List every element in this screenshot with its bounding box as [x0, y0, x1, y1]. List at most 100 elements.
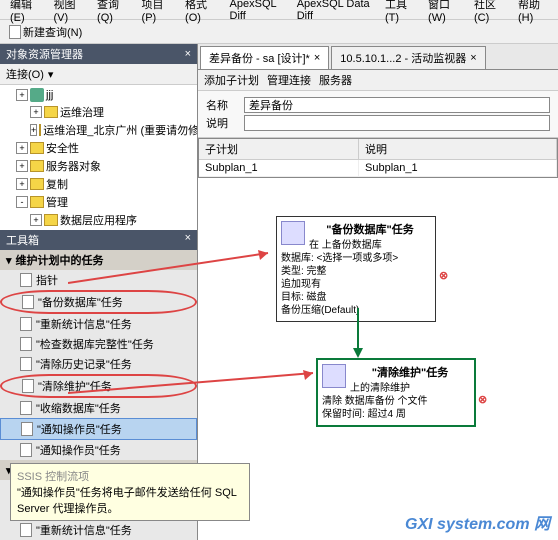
- toolbox-item-label: "检查数据库完整性"任务: [36, 336, 154, 352]
- expander-icon[interactable]: -: [16, 196, 28, 208]
- desc-label: 说明: [206, 115, 236, 131]
- menu-item[interactable]: 格式(O): [179, 0, 222, 26]
- maintenance-cleanup-task[interactable]: "清除维护"任务 上的清除维护 清除 数据库备份 个文件 保留时间: 超过4 周…: [316, 358, 476, 427]
- toolbox-items: 指针 "备份数据库"任务 "重新统计信息"任务 "检查数据库完整性"任务 "清除历史记录…: [0, 270, 197, 460]
- toolbox-item[interactable]: "通知操作员"任务: [0, 418, 197, 440]
- toolbox-item-label: "收缩数据库"任务: [36, 400, 121, 416]
- tree-node[interactable]: +运维治理_北京广州 (重要请勿修改): [2, 121, 195, 139]
- dropdown-icon[interactable]: ▾: [48, 68, 54, 81]
- toolbox-item-label: "备份数据库"任务: [38, 294, 123, 310]
- right-content: 差异备份 - sa [设计]* × 10.5.10.1...2 - 活动监视器 …: [198, 44, 558, 540]
- close-icon[interactable]: ×: [185, 232, 191, 248]
- add-subplan-button[interactable]: 添加子计划: [204, 72, 259, 88]
- new-query-button[interactable]: 新建查询(N): [4, 21, 87, 43]
- backup-database-task[interactable]: "备份数据库"任务 在 上备份数据库 数据库: <选择一项或多项> 类型: 完整…: [276, 216, 436, 322]
- menubar: 编辑(E) 视图(V) 查询(Q) 项目(P) 格式(O) ApexSQL Di…: [0, 0, 558, 20]
- close-icon[interactable]: ×: [470, 52, 476, 64]
- database-icon: [281, 221, 305, 245]
- folder-icon: [30, 160, 44, 172]
- desc-input[interactable]: [244, 115, 550, 131]
- object-explorer-header: 对象资源管理器 ×: [0, 44, 197, 64]
- cleanup-icon: [322, 364, 346, 388]
- menu-item[interactable]: ApexSQL Data Diff: [291, 0, 377, 24]
- tab-activity-monitor[interactable]: 10.5.10.1...2 - 活动监视器 ×: [331, 46, 485, 69]
- toolbox-category[interactable]: ▾ 维护计划中的任务: [0, 250, 197, 270]
- menu-item[interactable]: 帮助(H): [512, 0, 554, 26]
- menu-item[interactable]: ApexSQL Diff: [224, 0, 289, 24]
- delete-icon[interactable]: ⊗: [439, 269, 453, 283]
- delete-icon[interactable]: ⊗: [478, 393, 492, 407]
- tab-label: 10.5.10.1...2 - 活动监视器: [340, 50, 466, 66]
- tree-label: 数据层应用程序: [60, 212, 137, 228]
- task-icon: [20, 443, 32, 457]
- toolbox-item[interactable]: "收缩数据库"任务: [0, 398, 197, 418]
- close-icon[interactable]: ×: [185, 48, 191, 60]
- servers-button[interactable]: 服务器: [319, 72, 352, 88]
- tree-node[interactable]: + 数据层应用程序: [2, 211, 195, 229]
- task-icon: [20, 401, 32, 415]
- toolbox-item[interactable]: "检查数据库完整性"任务: [0, 334, 197, 354]
- toolbox-item-label: "重新统计信息"任务: [36, 316, 132, 332]
- menu-item[interactable]: 社区(C): [468, 0, 510, 26]
- folder-icon: [30, 178, 44, 190]
- task-icon: [22, 295, 34, 309]
- object-explorer-toolbar: 连接(O) ▾: [0, 64, 197, 85]
- toolbox-item[interactable]: 指针: [0, 270, 197, 290]
- task-detail: 类型: 完整: [281, 265, 431, 278]
- manage-connections-button[interactable]: 管理连接: [267, 72, 311, 88]
- tree-node[interactable]: + 复制: [2, 175, 195, 193]
- tree-node[interactable]: - 管理: [2, 193, 195, 211]
- watermark: GXI system.com 网: [405, 510, 550, 534]
- tree-node[interactable]: +运维治理: [2, 103, 195, 121]
- menu-item[interactable]: 查询(Q): [91, 0, 134, 26]
- design-canvas[interactable]: "备份数据库"任务 在 上备份数据库 数据库: <选择一项或多项> 类型: 完整…: [198, 178, 558, 540]
- toolbox-item[interactable]: "备份数据库"任务: [0, 290, 197, 314]
- toolbox-item-label: 指针: [36, 272, 58, 288]
- object-explorer-tree[interactable]: +jjj+运维治理+运维治理_北京广州 (重要请勿修改)+安全性+服务器对象+复…: [0, 85, 197, 230]
- server-icon: [30, 88, 44, 102]
- toolbox-item[interactable]: "重新统计信息"任务: [0, 314, 197, 334]
- tree-node[interactable]: + jjj: [2, 87, 195, 103]
- menu-item[interactable]: 项目(P): [136, 0, 178, 26]
- plan-properties: 名称 说明: [198, 91, 558, 138]
- toolbox-title: 工具箱: [6, 232, 39, 248]
- task-icon: [20, 317, 32, 331]
- toolbox-item[interactable]: "重新统计信息"任务: [0, 520, 197, 540]
- document-tabs: 差异备份 - sa [设计]* × 10.5.10.1...2 - 活动监视器 …: [198, 44, 558, 70]
- menu-item[interactable]: 工具(T): [379, 0, 420, 26]
- expander-icon[interactable]: +: [16, 178, 28, 190]
- task-icon: [20, 523, 32, 537]
- table-row[interactable]: Subplan_1 Subplan_1: [199, 160, 557, 177]
- tree-node[interactable]: +服务器对象: [2, 157, 195, 175]
- tree-label: 管理: [46, 194, 68, 210]
- task-detail: 清除 数据库备份 个文件: [322, 395, 470, 408]
- designer-toolbar: 添加子计划 管理连接 服务器: [198, 70, 558, 91]
- folder-icon: [44, 214, 58, 226]
- toolbox-item[interactable]: "通知操作员"任务: [0, 440, 197, 460]
- cell-desc: Subplan_1: [359, 160, 557, 176]
- menu-item[interactable]: 窗口(W): [422, 0, 466, 26]
- tab-label: 差异备份 - sa [设计]*: [209, 50, 310, 66]
- tree-label: jjj: [46, 89, 53, 101]
- toolbox-item[interactable]: "清除维护"任务: [0, 374, 197, 398]
- task-icon: [20, 357, 32, 371]
- connect-button[interactable]: 连接(O): [6, 66, 44, 82]
- tree-node[interactable]: +安全性: [2, 139, 195, 157]
- cell-subplan: Subplan_1: [199, 160, 359, 176]
- expander-icon[interactable]: +: [30, 106, 42, 118]
- expander-icon[interactable]: +: [16, 160, 28, 172]
- object-explorer-title: 对象资源管理器: [6, 46, 83, 62]
- task-icon: [20, 337, 32, 351]
- task-detail: 追加现有: [281, 278, 431, 291]
- toolbox-item-label: "通知操作员"任务: [36, 442, 121, 458]
- expander-icon[interactable]: +: [16, 89, 28, 101]
- tooltip-text: "通知操作员"任务将电子邮件发送给任何 SQL Server 代理操作员。: [17, 484, 243, 516]
- expander-icon[interactable]: +: [30, 214, 42, 226]
- expander-icon[interactable]: +: [30, 124, 37, 136]
- tab-design[interactable]: 差异备份 - sa [设计]* ×: [200, 46, 329, 69]
- name-input[interactable]: [244, 97, 550, 113]
- toolbox-item[interactable]: "清除历史记录"任务: [0, 354, 197, 374]
- expander-icon[interactable]: +: [16, 142, 28, 154]
- close-icon[interactable]: ×: [314, 52, 320, 64]
- tree-label: 复制: [46, 176, 68, 192]
